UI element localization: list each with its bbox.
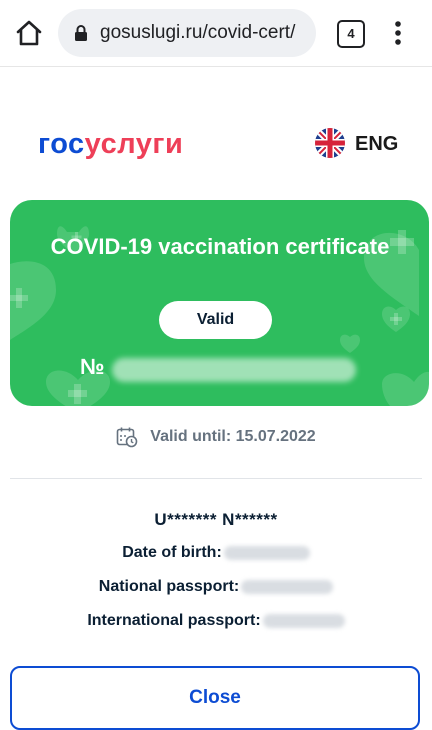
certificate-title: COVID-19 vaccination certificate [50, 234, 390, 259]
tab-count: 4 [337, 20, 365, 48]
date-of-birth-redacted [223, 545, 310, 560]
gosuslugi-logo[interactable]: госуслуги [38, 128, 183, 161]
international-passport-redacted [262, 613, 345, 628]
address-bar[interactable]: gosuslugi.ru/covid-cert/ [58, 9, 316, 57]
national-passport-label: National passport: [98, 578, 240, 595]
international-passport-label: International passport: [87, 612, 261, 629]
calendar-clock-icon [116, 426, 138, 448]
validity-row: Valid until: 15.07.2022 [0, 426, 432, 453]
date-of-birth-row: Date of birth: [0, 544, 432, 562]
uk-flag-icon [315, 128, 345, 158]
divider [10, 478, 422, 479]
status-badge: Valid [159, 301, 272, 339]
logo-part-uslugi: услуги [84, 128, 184, 160]
certificate-number-redacted [112, 358, 356, 382]
more-vert-icon[interactable] [388, 19, 408, 47]
browser-toolbar: gosuslugi.ru/covid-cert/ 4 [0, 0, 432, 67]
language-label: ENG [355, 133, 399, 155]
national-passport-row: National passport: [0, 578, 432, 596]
certificate-number-label: № [80, 354, 105, 379]
certificate-card: COVID-19 vaccination certificate Valid № [10, 200, 429, 406]
international-passport-row: International passport: [0, 612, 432, 630]
valid-until-text: Valid until: 15.07.2022 [150, 428, 316, 445]
holder-name: U******* N****** [154, 510, 278, 529]
url-text: gosuslugi.ru/covid-cert/ [100, 22, 296, 43]
logo-part-gos: гос [38, 128, 85, 160]
close-button[interactable]: Close [10, 666, 420, 730]
national-passport-redacted [241, 579, 334, 594]
date-of-birth-label: Date of birth: [122, 544, 222, 561]
lock-icon [72, 24, 90, 42]
home-icon[interactable] [14, 18, 44, 48]
tab-switcher-button[interactable]: 4 [337, 20, 365, 48]
